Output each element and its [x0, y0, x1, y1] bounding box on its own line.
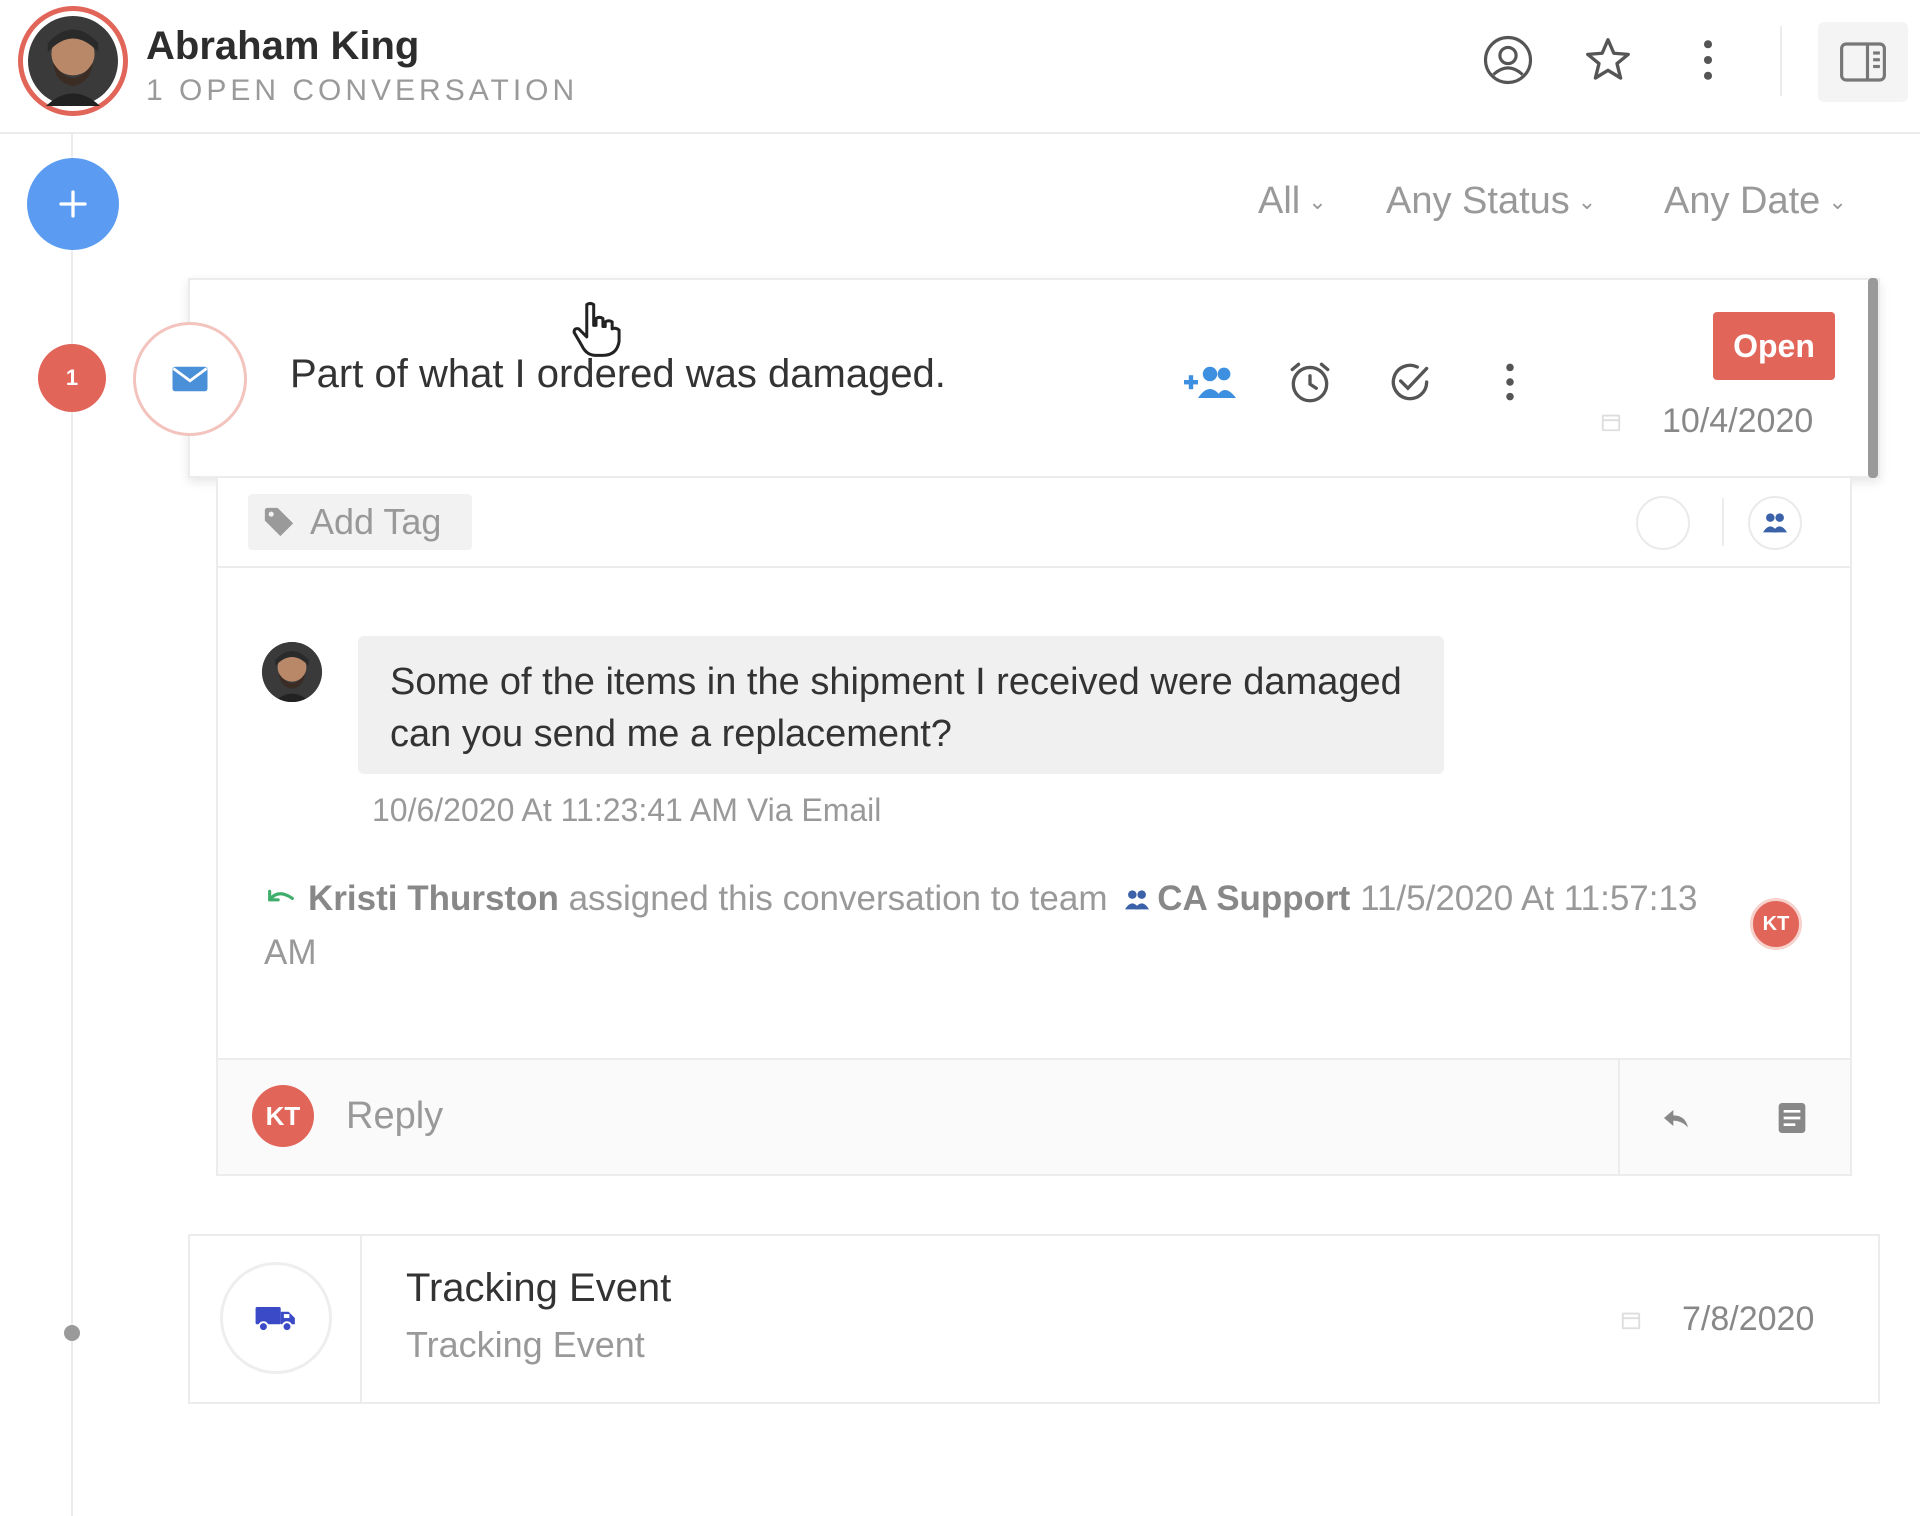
snooze-button[interactable]	[1280, 352, 1340, 412]
status-filter-dropdown[interactable]: Any Status ⌄	[1386, 180, 1596, 223]
conversation-more-button[interactable]	[1480, 352, 1540, 412]
status-filter-label: Any Status	[1386, 180, 1570, 222]
plus-icon	[59, 190, 87, 218]
assign-team-button[interactable]	[1180, 352, 1240, 412]
message-bubble: Some of the items in the shipment I rece…	[358, 636, 1444, 774]
chevron-down-icon: ⌄	[1577, 188, 1597, 214]
header-divider	[1780, 26, 1782, 96]
open-conversation-count: 1 OPEN CONVERSATION	[146, 74, 579, 107]
team-selector[interactable]	[1748, 496, 1802, 550]
truck-icon	[255, 1307, 295, 1332]
timeline-line	[71, 134, 73, 1516]
status-badge[interactable]: Open	[1713, 312, 1835, 380]
email-channel-badge	[133, 322, 247, 436]
message-author-avatar	[262, 642, 322, 702]
activity-actor: Kristi Thurston	[308, 879, 559, 918]
favorite-button[interactable]	[1578, 30, 1638, 90]
panel-toggle-icon	[1840, 42, 1886, 82]
assignee-selector[interactable]	[1636, 496, 1690, 550]
reply-button[interactable]	[1646, 1088, 1706, 1148]
conversation-date-value: 10/4/2020	[1662, 402, 1814, 440]
alarm-clock-icon	[1290, 362, 1330, 403]
add-note-button[interactable]	[1762, 1088, 1822, 1148]
hand-cursor-icon	[572, 301, 621, 357]
reply-icon	[1664, 1110, 1688, 1128]
activity-team: CA Support	[1157, 879, 1351, 918]
avatar-image-icon	[262, 642, 322, 702]
toggle-side-panel-button[interactable]	[1818, 22, 1908, 102]
check-circle-icon	[1391, 363, 1429, 401]
tracking-event-subtitle: Tracking Event	[406, 1324, 645, 1365]
new-conversation-button[interactable]	[27, 158, 119, 250]
add-tag-button[interactable]: Add Tag	[248, 494, 472, 550]
reply-divider	[1618, 1058, 1620, 1174]
more-vertical-icon	[1703, 40, 1713, 80]
user-circle-icon	[1483, 35, 1533, 85]
date-filter-label: Any Date	[1664, 180, 1821, 222]
channel-filter-dropdown[interactable]: All ⌄	[1258, 180, 1327, 223]
star-icon	[1586, 38, 1630, 80]
add-tag-label: Add Tag	[310, 501, 442, 542]
tracking-event-date-value: 7/8/2020	[1682, 1300, 1815, 1338]
activity-action: assigned this conversation to team	[568, 879, 1108, 918]
calendar-icon	[1621, 1312, 1641, 1329]
conversation-date: 10/4/2020	[1600, 402, 1813, 441]
assignment-activity: Kristi Thurston assigned this conversati…	[264, 872, 1704, 980]
message-timestamp: 10/6/2020 At 11:23:41 AM Via Email	[372, 792, 882, 828]
customer-profile-button[interactable]	[1478, 30, 1538, 90]
customer-header: Abraham King 1 OPEN CONVERSATION	[0, 0, 1920, 134]
reassign-icon	[268, 889, 294, 902]
scrollbar[interactable]	[1868, 278, 1878, 478]
team-icon	[1763, 513, 1787, 533]
tag-icon	[264, 507, 294, 537]
date-filter-dropdown[interactable]: Any Date ⌄	[1664, 180, 1847, 223]
tracking-event-title: Tracking Event	[406, 1266, 672, 1310]
timeline-dot	[64, 1325, 80, 1341]
mail-icon	[172, 366, 208, 392]
tracking-event-date: 7/8/2020	[1620, 1300, 1814, 1339]
reply-input[interactable]	[344, 1088, 1594, 1144]
tag-divider	[1722, 498, 1724, 546]
more-vertical-icon	[1506, 363, 1514, 401]
add-team-icon	[1184, 366, 1236, 398]
team-icon	[1125, 890, 1150, 910]
tracking-badge	[220, 1262, 332, 1374]
customer-avatar[interactable]	[18, 6, 128, 116]
channel-filter-label: All	[1258, 180, 1301, 222]
avatar-image-icon	[28, 16, 118, 106]
header-more-button[interactable]	[1678, 30, 1738, 90]
reply-agent-avatar: KT	[252, 1085, 314, 1147]
resolve-button[interactable]	[1380, 352, 1440, 412]
calendar-icon	[1601, 414, 1621, 431]
open-count-badge: 1	[38, 344, 106, 412]
note-icon	[1778, 1103, 1806, 1133]
activity-actor-avatar: KT	[1750, 898, 1802, 950]
chevron-down-icon: ⌄	[1828, 188, 1847, 214]
chevron-down-icon: ⌄	[1308, 188, 1327, 214]
customer-name: Abraham King	[146, 24, 420, 68]
